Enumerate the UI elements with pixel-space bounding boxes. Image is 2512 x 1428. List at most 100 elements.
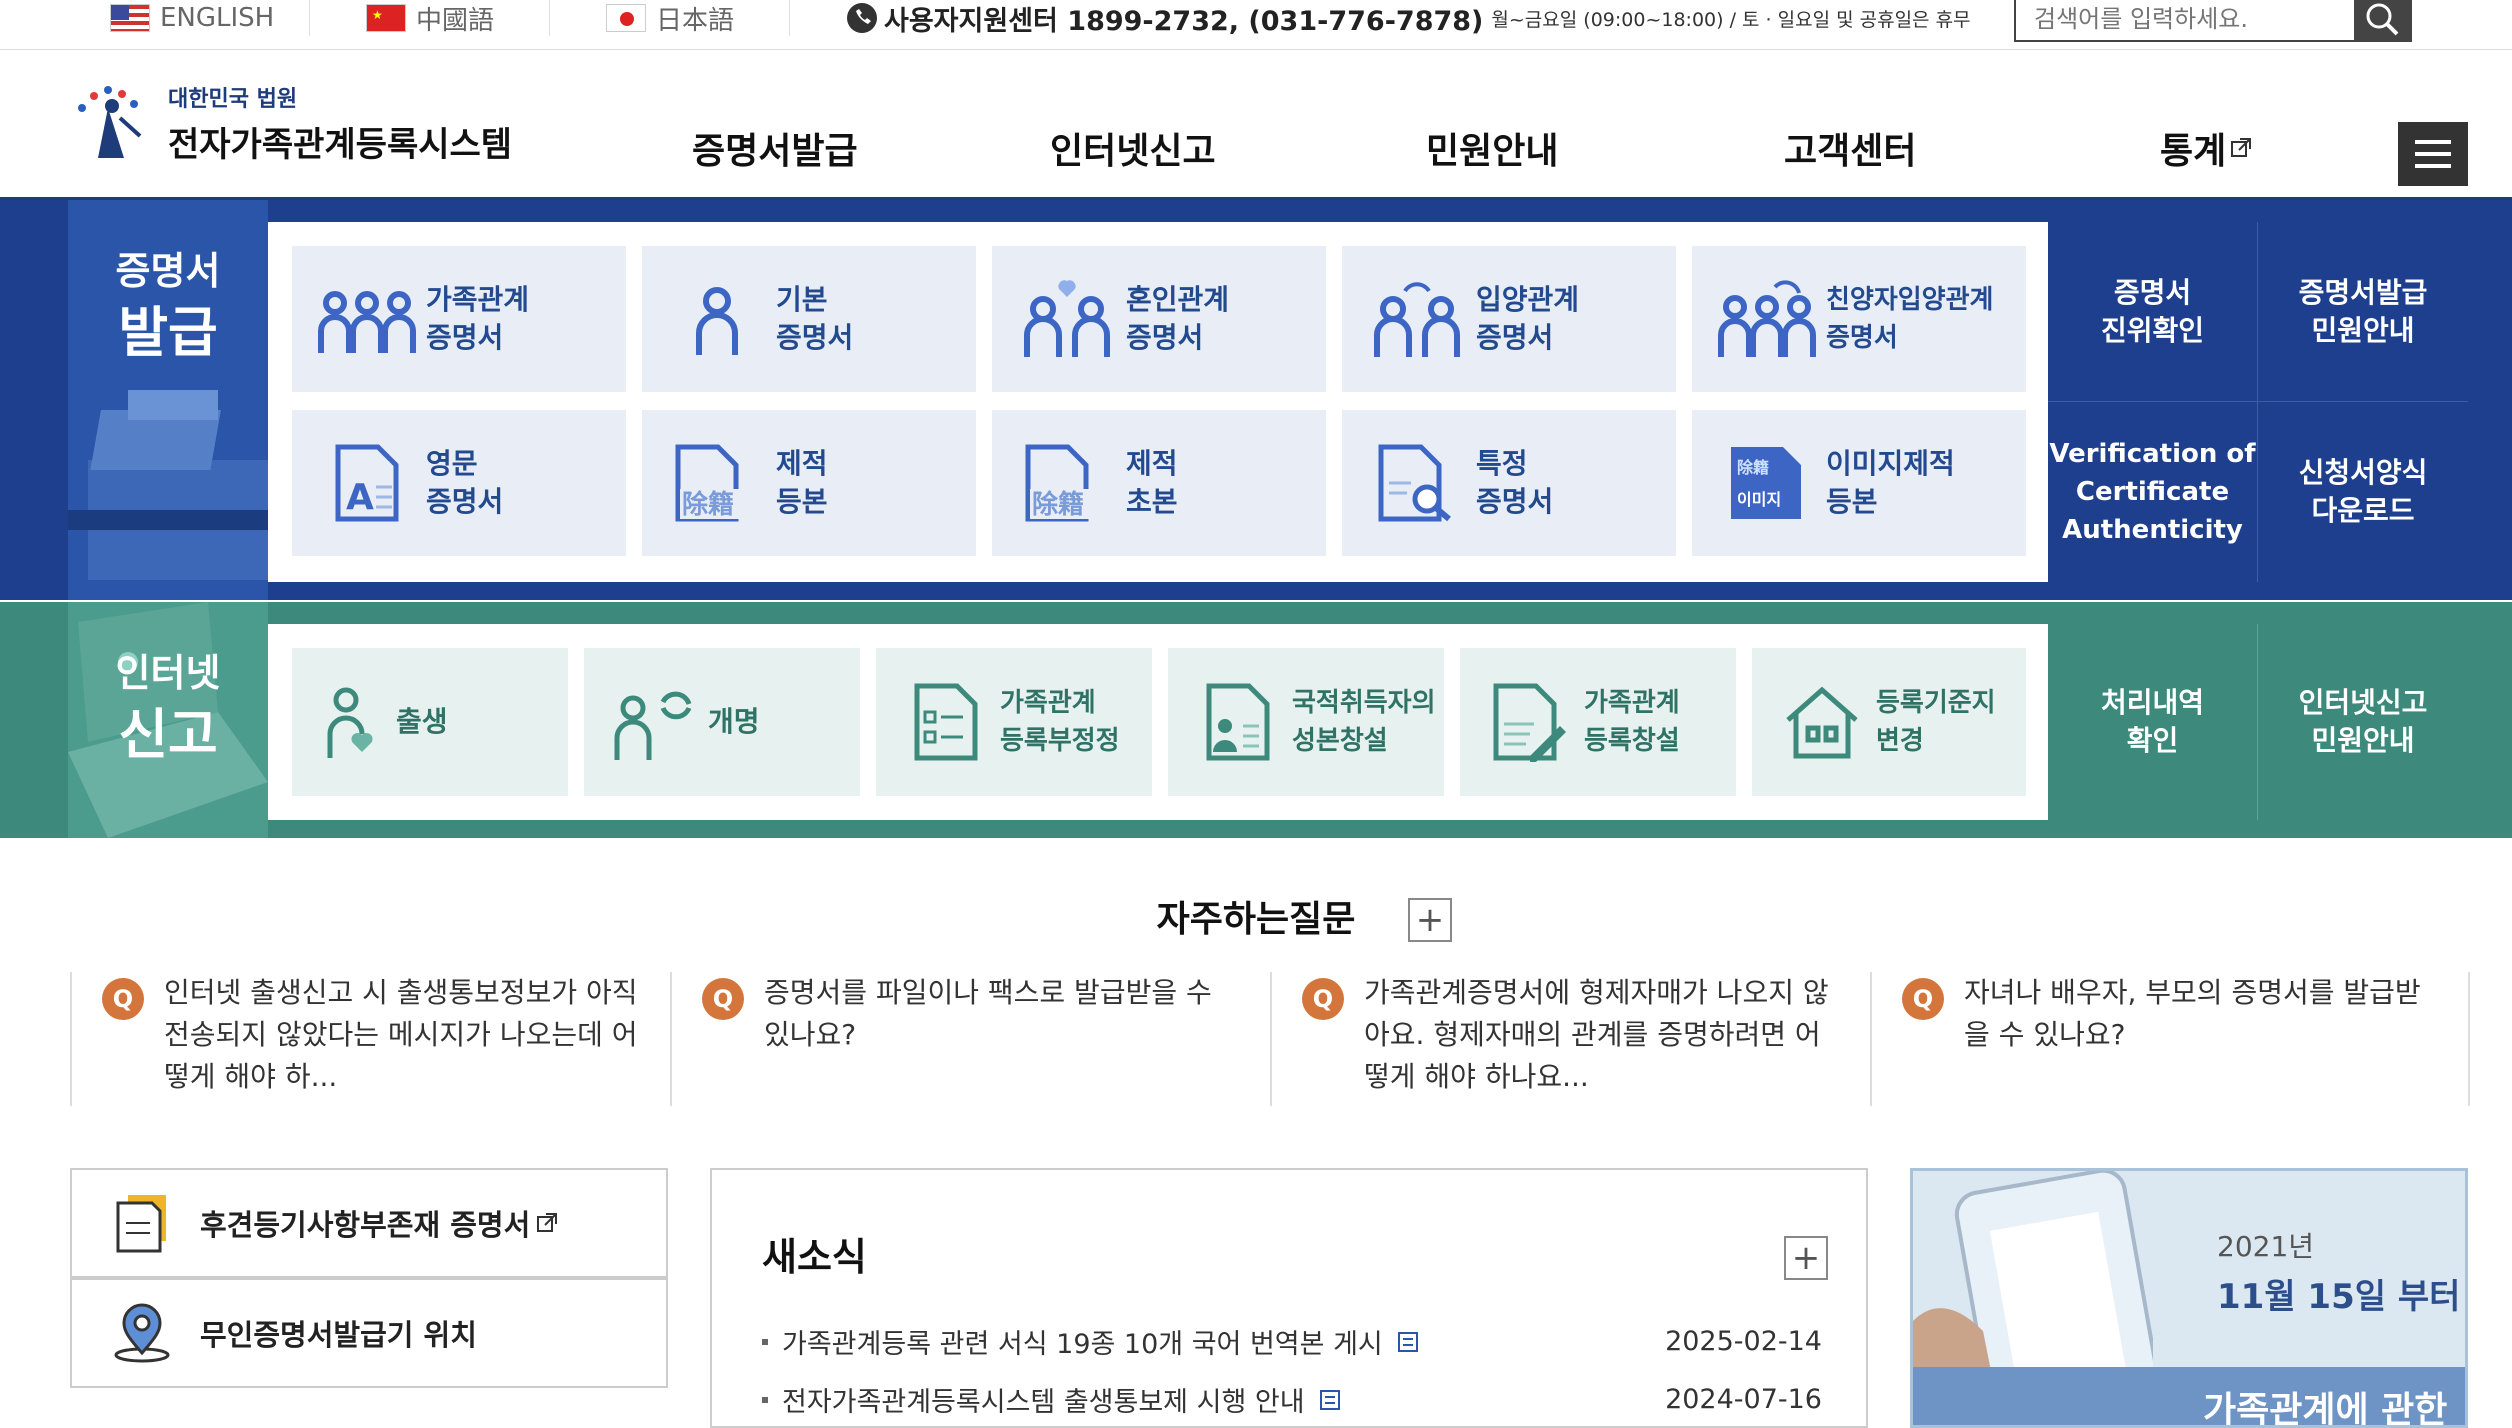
tile-label-line1: 개명 — [708, 705, 760, 738]
tile-label-line2: 등본 — [1826, 485, 1878, 518]
report-status-link[interactable]: 처리내역 확인 — [2048, 624, 2258, 820]
tile-label-line1: 출생 — [396, 705, 448, 738]
tile-label-line1: 친양자입양관계 — [1826, 285, 1994, 315]
printer-illustration-icon — [68, 390, 268, 580]
image-glyph: 이미지 — [1737, 490, 1781, 509]
support-center-info: 사용자지원센터 1899-2732, (031-776-7878) 월~금요일 … — [846, 0, 1971, 37]
news-item[interactable]: 가족관계등록 관련 서식 19종 10개 국어 번역본 게시 2025-02-1… — [762, 1322, 1822, 1361]
lang-japanese-link[interactable]: 日本語 — [606, 0, 790, 36]
removed-register-doc-icon: 除籍 — [662, 438, 772, 528]
tile-label-line1: 가족관계 — [1000, 688, 1096, 718]
tile-label-line2: 증명서 — [426, 485, 504, 518]
cert-verification-english-link[interactable]: Verification of Certificate Authenticity — [2048, 402, 2258, 582]
faq-item[interactable]: Q 인터넷 출생신고 시 출생통보정보가 아직 전송되지 않았다는 메시지가 나… — [70, 972, 670, 1106]
faq-item[interactable]: Q 증명서를 파일이나 팩스로 발급받을 수 있나요? — [670, 972, 1270, 1106]
news-more-button[interactable]: + — [1784, 1236, 1828, 1280]
document-letter: A — [346, 477, 374, 518]
banner-date: 11월 15일 부터 — [2217, 1277, 2461, 1317]
link-line2: 다운로드 — [2311, 494, 2415, 527]
tile-label-line2: 증명서 — [776, 321, 854, 354]
faq-item[interactable]: Q 자녀나 배우자, 부모의 증명서를 발급받을 수 있나요? — [1870, 972, 2470, 1106]
tile-register-creation[interactable]: 가족관계 등록창설 — [1460, 648, 1736, 796]
cert-guide-link[interactable]: 증명서발급 민원안내 — [2258, 222, 2468, 402]
tile-basic-cert[interactable]: 기본 증명서 — [642, 246, 976, 392]
tile-label-line1: 등록기준지 — [1876, 688, 1996, 718]
plus-icon: + — [1791, 1238, 1821, 1278]
faq-item[interactable]: Q 가족관계증명서에 형제자매가 나오지 않아요. 형제자매의 관계를 증명하려… — [1270, 972, 1870, 1106]
news-item[interactable]: 전자가족관계등록시스템 출생통보제 시행 안내 2024-07-16 — [762, 1380, 1822, 1419]
tile-register-correction[interactable]: 가족관계 등록부정정 — [876, 648, 1152, 796]
faq-question: 인터넷 출생신고 시 출생통보정보가 아직 전송되지 않았다는 메시지가 나오는… — [164, 976, 638, 1093]
nav-customer-center[interactable]: 고객센터 — [1784, 122, 1916, 174]
tile-registration-base-change[interactable]: 등록기준지변경 — [1752, 648, 2026, 796]
document-pen-icon — [1480, 677, 1580, 767]
section-title-line2: 신고 — [118, 703, 218, 766]
cn-flag-icon: ★ — [366, 4, 406, 32]
search-box — [2014, 0, 2412, 42]
removed-register-glyph: 除籍 — [1737, 458, 1769, 477]
tile-family-relation-cert[interactable]: 가족관계 증명서 — [292, 246, 626, 392]
section-title-line1: 인터넷 — [115, 651, 221, 695]
lang-english-link[interactable]: ENGLISH — [110, 0, 310, 36]
link-line2: 확인 — [2126, 724, 2179, 757]
tile-label-line2: 증명서 — [1126, 321, 1204, 354]
removed-register-glyph: 除籍 — [1032, 489, 1084, 520]
document-search-icon — [1362, 438, 1472, 528]
site-logo[interactable]: 대한민국 법원 전자가족관계등록시스템 — [68, 78, 512, 168]
cert-verify-link[interactable]: 증명서 진위확인 — [2048, 222, 2258, 402]
menu-button[interactable] — [2398, 122, 2468, 186]
bullet-icon — [762, 1396, 768, 1403]
external-link-icon — [537, 1213, 558, 1232]
tile-label-line1: 입양관계 — [1476, 283, 1580, 316]
tile-removed-register-copy[interactable]: 除籍 제적 등본 — [642, 410, 976, 556]
tile-specific-cert[interactable]: 특정 증명서 — [1342, 410, 1676, 556]
support-phone-text: 사용자지원센터 1899-2732, (031-776-7878) — [884, 5, 1484, 37]
tile-label-line2: 변경 — [1876, 726, 1924, 756]
nav-certificates[interactable]: 증명서발급 — [692, 122, 858, 174]
link-line1: Verification of — [2049, 439, 2256, 469]
tile-full-adoption-cert[interactable]: 친양자입양관계 증명서 — [1692, 246, 2026, 392]
quick-link-label: 후견등기사항부존재 증명서 — [200, 1208, 531, 1242]
person-refresh-icon — [604, 677, 704, 767]
menu-bar-icon — [2415, 140, 2451, 144]
tile-removed-register-extract[interactable]: 除籍 제적 초본 — [992, 410, 1326, 556]
menu-bar-icon — [2415, 164, 2451, 168]
tile-english-cert[interactable]: A 영문 증명서 — [292, 410, 626, 556]
faq-question: 가족관계증명서에 형제자매가 나오지 않아요. 형제자매의 관계를 증명하려면 … — [1364, 976, 1829, 1093]
tile-label-line1: 국적취득자의 — [1292, 688, 1436, 718]
news-panel: 새소식 + 가족관계등록 관련 서식 19종 10개 국어 번역본 게시 202… — [710, 1168, 1868, 1428]
search-input[interactable] — [2016, 0, 2354, 40]
search-icon — [2366, 3, 2399, 36]
tile-marriage-cert[interactable]: 혼인관계 증명서 — [992, 246, 1326, 392]
kiosk-location-link[interactable]: 무인증명서발급기 위치 — [70, 1278, 668, 1388]
removed-register-glyph: 除籍 — [682, 489, 734, 520]
nav-statistics[interactable]: 통계 — [2160, 122, 2252, 174]
report-section-label: 인터넷 신고 — [68, 602, 268, 838]
tile-label-line2: 등본 — [776, 485, 828, 518]
faq-more-button[interactable]: + — [1408, 898, 1452, 942]
tile-naturalized-surname[interactable]: 국적취득자의성본창설 — [1168, 648, 1444, 796]
location-pin-icon — [112, 1303, 172, 1363]
nav-internet-report[interactable]: 인터넷신고 — [1050, 122, 1216, 174]
guardianship-cert-link[interactable]: 후견등기사항부존재 증명서 — [70, 1168, 668, 1278]
nav-civil-guide[interactable]: 민원안내 — [1426, 122, 1558, 174]
form-download-link[interactable]: 신청서양식 다운로드 — [2258, 402, 2468, 582]
tile-label-line2: 초본 — [1126, 485, 1178, 518]
news-item-title: 전자가족관계등록시스템 출생통보제 시행 안내 — [782, 1387, 1305, 1418]
q-badge-icon: Q — [702, 978, 744, 1020]
promo-banner[interactable]: 2021년 11월 15일 부터 가족관계에 관한 — [1910, 1168, 2468, 1428]
lang-chinese-link[interactable]: ★ 中國語 — [366, 0, 550, 36]
us-flag-icon — [110, 4, 150, 32]
search-button[interactable] — [2354, 0, 2410, 40]
report-guide-link[interactable]: 인터넷신고 민원안내 — [2258, 624, 2468, 820]
tile-label-line2: 성본창설 — [1292, 726, 1388, 756]
internet-report-section: 인터넷 신고 출생 개명 가족관계 등록부정정 국적취득자의 성본창설 가족관계 등록… — [0, 602, 2512, 838]
tile-image-removed-register[interactable]: 除籍 이미지 이미지제적 등본 — [1692, 410, 2026, 556]
tile-name-change-report[interactable]: 개명 — [584, 648, 860, 796]
faq-title: 자주하는질문 — [0, 890, 2512, 942]
tile-birth-report[interactable]: 출생 — [292, 648, 568, 796]
family-people-icon — [312, 274, 422, 364]
news-title: 새소식 — [762, 1235, 867, 1279]
tile-adoption-cert[interactable]: 입양관계 증명서 — [1342, 246, 1676, 392]
full-adoption-people-icon — [1712, 274, 1822, 364]
